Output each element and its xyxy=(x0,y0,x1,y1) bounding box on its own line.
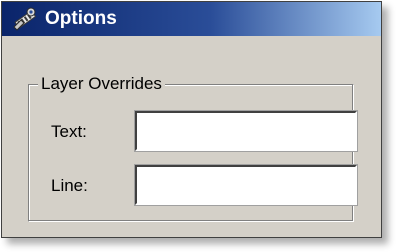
title-bar[interactable]: Options xyxy=(2,2,381,36)
layer-overrides-legend: Layer Overrides xyxy=(38,73,165,95)
text-label: Text: xyxy=(51,122,87,141)
text-override-field[interactable] xyxy=(135,111,357,151)
window-title: Options xyxy=(45,8,117,29)
line-override-input[interactable] xyxy=(137,167,355,203)
line-label: Line: xyxy=(51,176,88,195)
options-dialog: Options Layer Overrides Text: Line: xyxy=(1,1,382,238)
line-override-field[interactable] xyxy=(135,165,357,205)
options-wrench-icon xyxy=(12,7,38,31)
text-override-input[interactable] xyxy=(137,113,355,149)
